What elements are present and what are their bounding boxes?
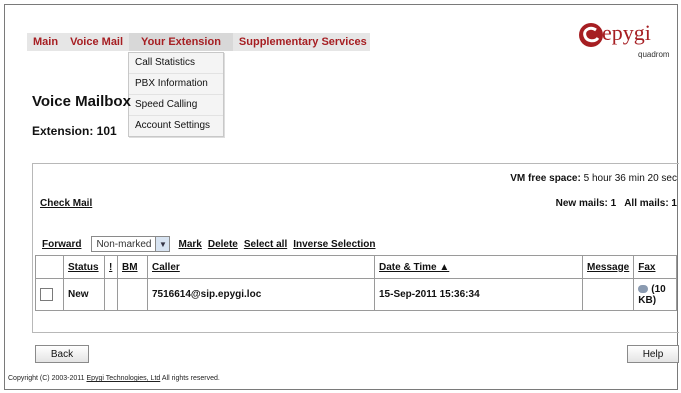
help-button[interactable]: Help [627,345,679,363]
extension-label: Extension: 101 [32,124,117,138]
logo-subtitle: quadrom [638,50,670,59]
mail-table: Status ! BM Caller Date & Time ▲ Message… [35,255,677,311]
row-checkbox[interactable] [40,288,53,301]
row-select-cell [35,278,64,311]
mail-counts: New mails: 1 All mails: 1 [556,198,677,209]
copyright-footer: Copyright (C) 2003-2011 Epygi Technologi… [8,375,220,382]
copyright-prefix: Copyright (C) 2003-2011 [8,375,87,382]
top-navigation: Main Voice Mail Your Extension Supplemen… [27,33,370,51]
header-status[interactable]: Status [63,255,105,279]
logo-word: epygi [602,20,651,45]
header-date-time[interactable]: Date & Time ▲ [374,255,583,279]
menu-item-account-settings[interactable]: Account Settings [129,116,223,136]
forward-link[interactable]: Forward [42,239,81,250]
new-mails-count: New mails: 1 [555,198,617,209]
header-caller[interactable]: Caller [147,255,375,279]
filter-select-value: Non-marked [96,238,152,250]
delete-link[interactable]: Delete [208,239,238,250]
table-row: New 7516614@sip.epygi.loc 15-Sep-2011 15… [35,278,677,311]
row-fax-cell: (10 KB) [633,278,677,311]
row-important [104,278,118,311]
check-mail-link[interactable]: Check Mail [40,198,92,209]
epygi-logo: epygi quadrom [578,20,673,66]
your-extension-dropdown: Call Statistics PBX Information Speed Ca… [128,52,224,137]
header-fax[interactable]: Fax [633,255,677,279]
eye-icon[interactable] [638,284,649,293]
all-mails-count: All mails: 1 [624,198,677,209]
vm-free-space-label: VM free space: [510,173,581,184]
nav-supplementary-services[interactable]: Supplementary Services [233,36,373,48]
nav-your-extension[interactable]: Your Extension [129,33,233,51]
company-link[interactable]: Epygi Technologies, Ltd [86,375,160,382]
logo-swirl-icon [579,23,603,47]
table-header-row: Status ! BM Caller Date & Time ▲ Message… [35,255,677,279]
mail-actions-bar: Forward Non-marked ▼ Mark Delete Select … [42,236,381,252]
row-message [581,278,635,311]
menu-item-pbx-information[interactable]: PBX Information [129,74,223,95]
row-caller[interactable]: 7516614@sip.epygi.loc [147,278,375,311]
filter-select[interactable]: Non-marked ▼ [91,236,171,252]
mark-link[interactable]: Mark [178,239,201,250]
nav-voice-mail[interactable]: Voice Mail [64,36,129,48]
header-bm[interactable]: BM [117,255,148,279]
page-title: Voice Mailbox [32,93,131,110]
select-all-link[interactable]: Select all [244,239,287,250]
vm-free-space-value: 5 hour 36 min 20 sec [583,173,677,184]
inverse-selection-link[interactable]: Inverse Selection [293,239,375,250]
menu-item-speed-calling[interactable]: Speed Calling [129,95,223,116]
row-bm [117,278,148,311]
nav-main[interactable]: Main [27,36,64,48]
row-status: New [63,278,105,311]
chevron-down-icon[interactable]: ▼ [155,237,170,251]
header-message[interactable]: Message [581,255,635,279]
copyright-suffix: All rights reserved. [160,375,220,382]
header-select [35,255,64,279]
back-button[interactable]: Back [35,345,89,363]
menu-item-call-statistics[interactable]: Call Statistics [129,53,223,74]
row-date-time: 15-Sep-2011 15:36:34 [374,278,583,311]
vm-free-space: VM free space: 5 hour 36 min 20 sec [510,173,677,184]
header-important[interactable]: ! [104,255,118,279]
